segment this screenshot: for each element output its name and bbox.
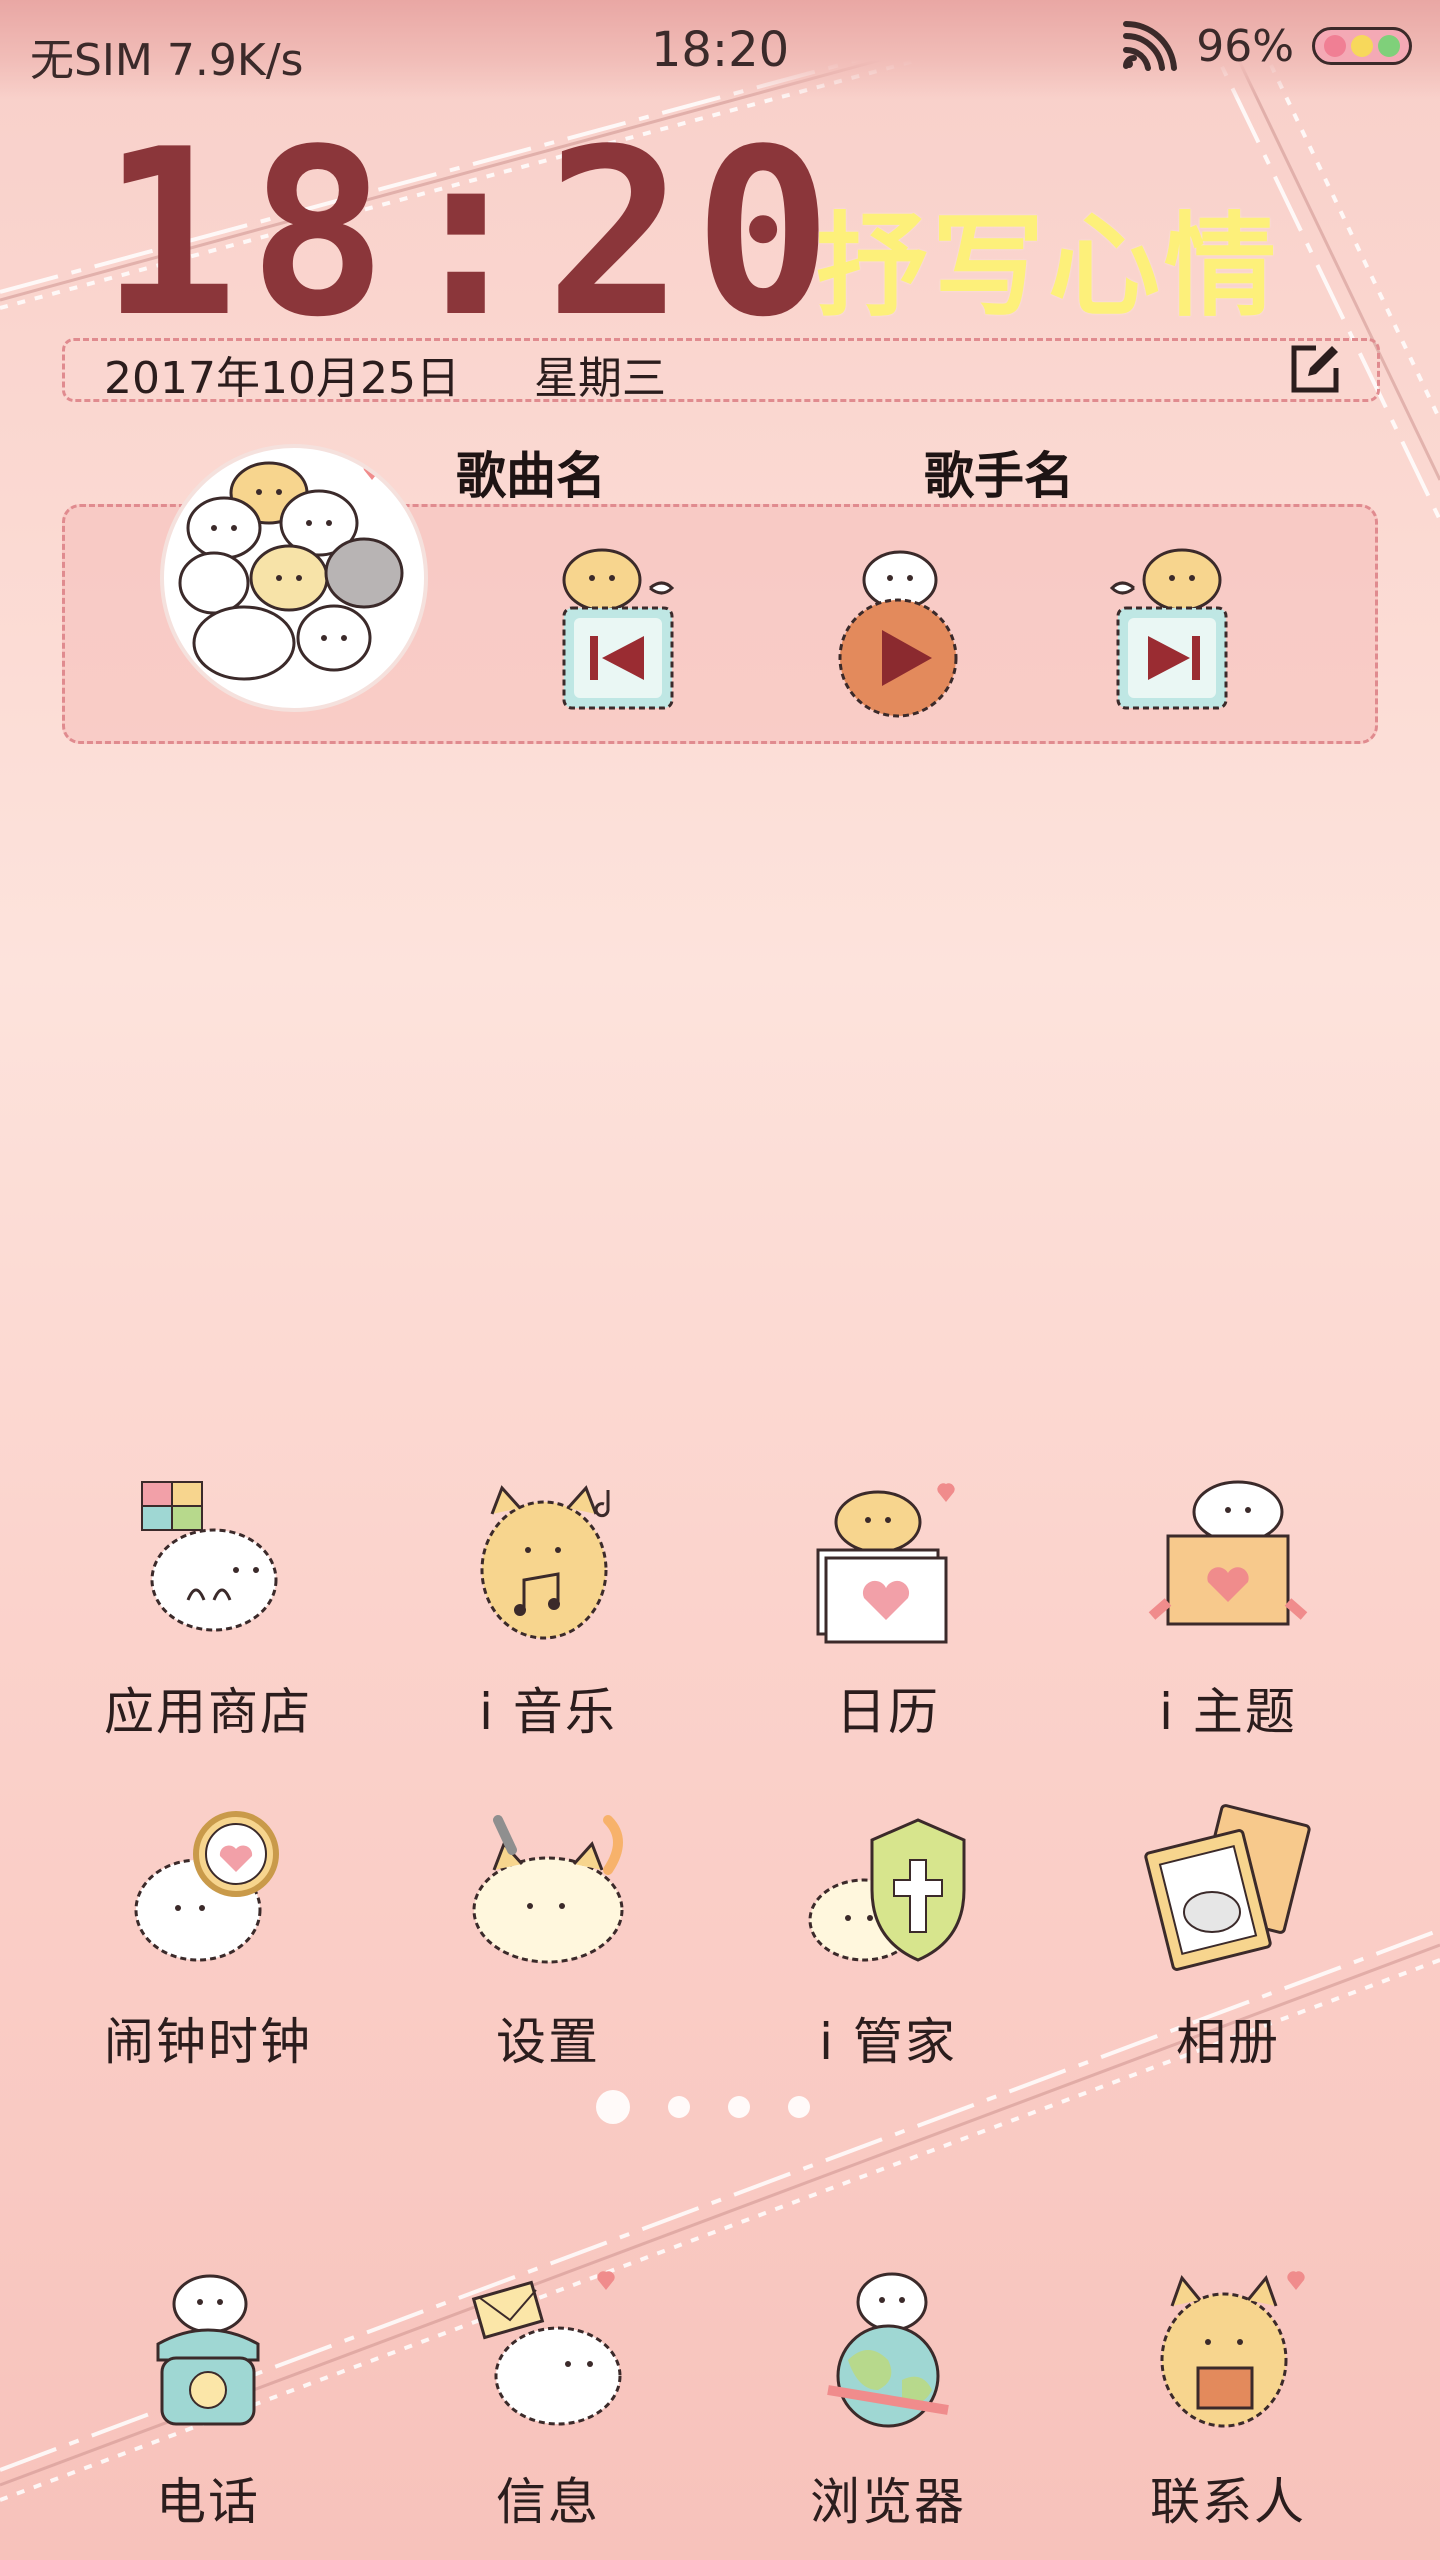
page-dot-2[interactable] bbox=[668, 2096, 690, 2118]
app-label: 闹钟时钟 bbox=[104, 2013, 312, 2071]
alarm-clock-icon bbox=[134, 1811, 279, 1962]
app-label: 电话 bbox=[156, 2473, 260, 2531]
mood-text[interactable]: 抒写心情 bbox=[816, 176, 1280, 338]
app-label: 联系人 bbox=[1150, 2473, 1306, 2531]
theme-icon bbox=[1148, 1480, 1308, 1626]
calendar-app[interactable]: 日历 bbox=[748, 1470, 1028, 1744]
app-label: i 音乐 bbox=[479, 1683, 617, 1741]
theme-app[interactable]: i 主题 bbox=[1088, 1470, 1368, 1744]
play-button[interactable] bbox=[820, 538, 980, 718]
manager-shield-icon bbox=[808, 1818, 966, 1962]
play-icon bbox=[838, 550, 958, 718]
edit-icon[interactable] bbox=[1286, 340, 1344, 398]
browser-globe-icon bbox=[827, 2272, 949, 2428]
page-dot-3[interactable] bbox=[728, 2096, 750, 2118]
contacts-icon bbox=[1160, 2271, 1305, 2428]
settings-app[interactable]: 设置 bbox=[408, 1800, 688, 2074]
artist-name: 歌手名 bbox=[924, 447, 1074, 505]
widget-date: 2017年10月25日 bbox=[104, 353, 460, 404]
app-label: 设置 bbox=[496, 2013, 600, 2071]
app-store-icon bbox=[141, 1481, 278, 1632]
next-button[interactable] bbox=[1090, 538, 1250, 718]
song-name: 歌曲名 bbox=[456, 447, 606, 505]
contacts-app[interactable]: 联系人 bbox=[1088, 2260, 1368, 2534]
music-app[interactable]: i 音乐 bbox=[408, 1470, 688, 1744]
message-icon bbox=[471, 2271, 622, 2426]
status-bar: 无SIM 7.9K/s 18:20 96% bbox=[0, 0, 1440, 100]
phone-icon bbox=[156, 2274, 260, 2426]
page-dot-1[interactable] bbox=[596, 2090, 630, 2124]
browser-app[interactable]: 浏览器 bbox=[748, 2260, 1028, 2534]
battery-percent: 96% bbox=[1196, 20, 1294, 72]
gallery-app[interactable]: 相册 bbox=[1088, 1800, 1368, 2074]
app-label: 浏览器 bbox=[810, 2473, 966, 2531]
app-label: 信息 bbox=[496, 2473, 600, 2531]
calendar-icon bbox=[816, 1483, 955, 1644]
widget-clock[interactable]: 18:20 bbox=[100, 120, 842, 350]
album-art[interactable] bbox=[160, 444, 428, 712]
gallery-icon bbox=[1144, 1804, 1311, 1971]
previous-icon bbox=[562, 548, 675, 710]
manager-app[interactable]: i 管家 bbox=[748, 1800, 1028, 2074]
cats-cluster-icon bbox=[166, 450, 422, 706]
app-label: i 主题 bbox=[1159, 1683, 1297, 1741]
battery-icon bbox=[1312, 27, 1412, 65]
next-icon bbox=[1109, 548, 1228, 710]
app-label: 相册 bbox=[1176, 2013, 1280, 2071]
app-label: i 管家 bbox=[819, 2013, 957, 2071]
app-store[interactable]: 应用商店 bbox=[68, 1470, 348, 1744]
phone-app[interactable]: 电话 bbox=[68, 2260, 348, 2534]
previous-button[interactable] bbox=[540, 538, 700, 718]
app-label: 日历 bbox=[836, 1683, 940, 1741]
message-app[interactable]: 信息 bbox=[408, 2260, 688, 2534]
alarm-clock-app[interactable]: 闹钟时钟 bbox=[68, 1800, 348, 2074]
app-label: 应用商店 bbox=[104, 1683, 312, 1741]
page-dot-4[interactable] bbox=[788, 2096, 810, 2118]
wifi-icon bbox=[1123, 20, 1178, 71]
music-icon bbox=[480, 1485, 610, 1640]
page-indicator[interactable] bbox=[596, 2090, 810, 2124]
settings-icon bbox=[472, 1815, 624, 1964]
widget-weekday: 星期三 bbox=[534, 353, 666, 404]
